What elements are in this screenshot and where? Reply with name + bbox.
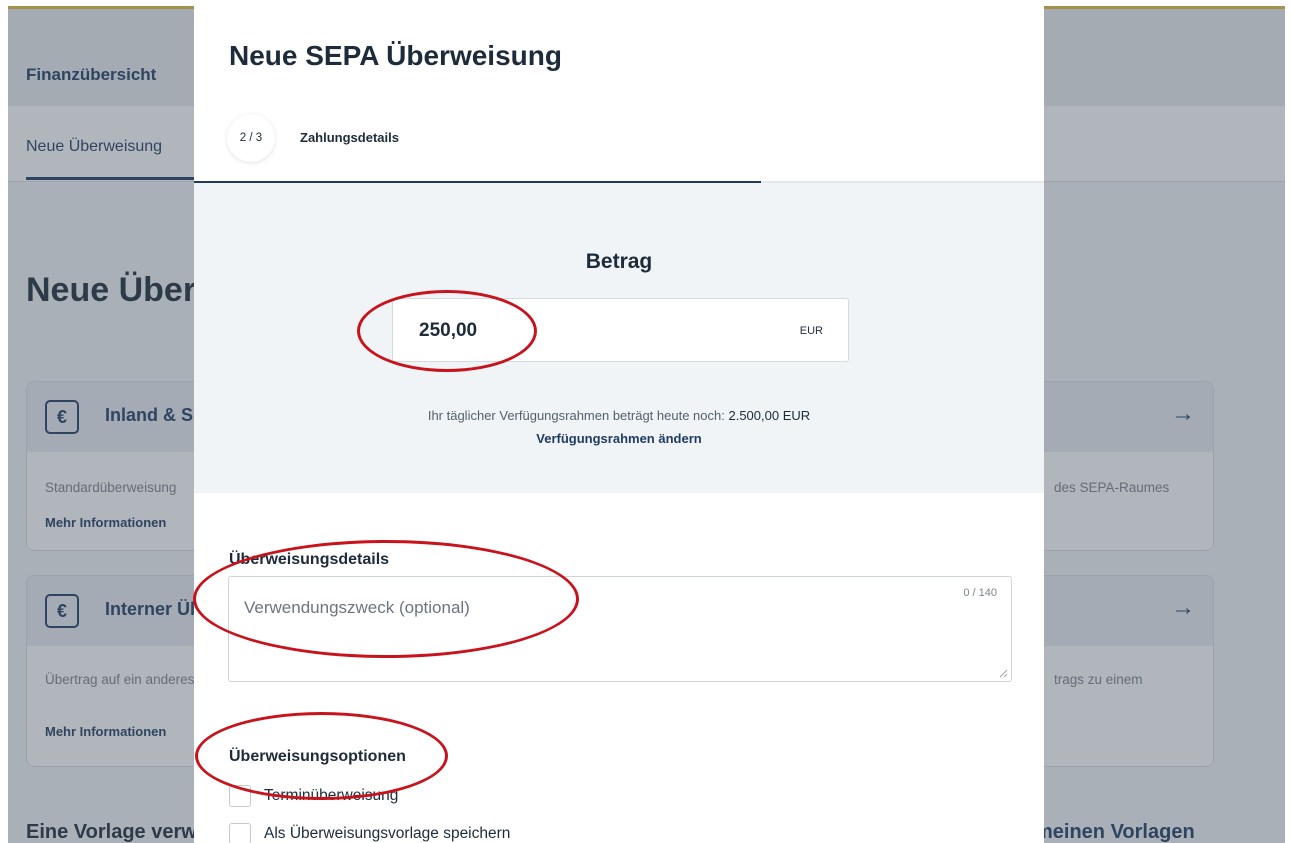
save-template-option[interactable]: Als Überweisungsvorlage speichern xyxy=(229,823,510,843)
details-heading: Überweisungsdetails xyxy=(229,551,390,568)
checkbox-label: Als Überweisungsvorlage speichern xyxy=(264,825,511,842)
currency-label: EUR xyxy=(799,325,823,337)
amount-section: Betrag 250,00 EUR Ihr täglicher Verfügun… xyxy=(194,183,1044,493)
step-label: Zahlungsdetails xyxy=(300,130,399,145)
save-template-checkbox[interactable] xyxy=(229,823,251,843)
amount-title: Betrag xyxy=(585,250,653,273)
daily-limit-value: 2.500,00 EUR xyxy=(728,408,811,423)
amount-input[interactable]: 250,00 EUR xyxy=(392,298,849,362)
daily-limit-text: Ihr täglicher Verfügungsrahmen beträgt h… xyxy=(194,408,1044,423)
modal-title: Neue SEPA Überweisung xyxy=(229,40,562,71)
checkbox-label: Terminüberweisung xyxy=(264,787,399,804)
daily-limit-label: Ihr täglicher Verfügungsrahmen beträgt h… xyxy=(427,408,725,423)
scheduled-transfer-checkbox[interactable] xyxy=(229,785,251,807)
resize-handle-icon[interactable] xyxy=(999,669,1008,678)
step-indicator: 2 / 3 xyxy=(227,114,275,162)
character-counter: 0 / 140 xyxy=(963,587,997,599)
sepa-transfer-modal: Neue SEPA Überweisung 2 / 3 Zahlungsdeta… xyxy=(194,6,1044,843)
purpose-placeholder: Verwendungszweck (optional) xyxy=(244,598,470,617)
purpose-input[interactable]: Verwendungszweck (optional) 0 / 140 xyxy=(228,576,1012,682)
options-heading: Überweisungsoptionen xyxy=(229,748,406,765)
scheduled-transfer-option[interactable]: Terminüberweisung xyxy=(229,785,398,807)
change-limit-link[interactable]: Verfügungsrahmen ändern xyxy=(194,431,1044,446)
amount-value[interactable]: 250,00 xyxy=(419,320,477,342)
